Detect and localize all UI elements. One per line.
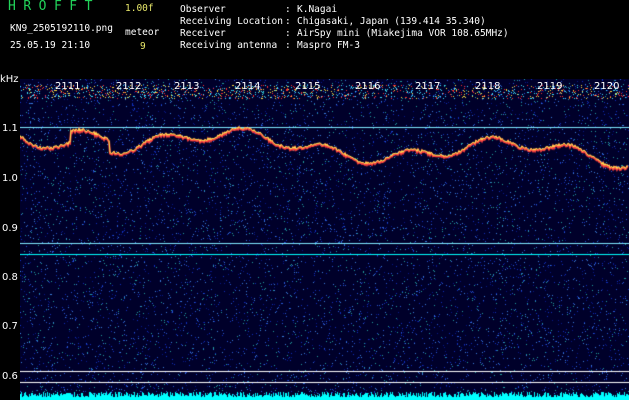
info-key-observer: Observer bbox=[180, 4, 226, 15]
file-name: KN9_2505192110.png bbox=[10, 23, 113, 34]
y-tick-label: 1.1 bbox=[2, 123, 18, 134]
app-title: HROFFT bbox=[8, 0, 100, 14]
info-value-observer: K.Nagai bbox=[297, 4, 338, 15]
info-key-antenna: Receiving antenna bbox=[180, 40, 278, 51]
y-tick-label: 0.8 bbox=[2, 272, 18, 283]
info-value-antenna: Maspro FM-3 bbox=[297, 40, 360, 51]
info-key-location: Receiving Location bbox=[180, 16, 283, 27]
app-version: 1.00f bbox=[125, 3, 154, 14]
waterfall-canvas bbox=[20, 79, 629, 400]
time-label: 2115 bbox=[295, 81, 321, 92]
header-panel: HROFFT 1.00f KN9_2505192110.png 25.05.19… bbox=[0, 0, 629, 76]
y-tick-label: 0.6 bbox=[2, 371, 18, 382]
info-sep: : bbox=[285, 40, 291, 51]
time-label: 2119 bbox=[537, 81, 563, 92]
time-label: 2118 bbox=[475, 81, 501, 92]
y-tick-label: 1.0 bbox=[2, 173, 18, 184]
time-label: 2114 bbox=[235, 81, 261, 92]
y-tick-label: 0.7 bbox=[2, 321, 18, 332]
time-label: 2112 bbox=[116, 81, 142, 92]
meteor-label: meteor bbox=[125, 27, 160, 38]
info-key-receiver: Receiver bbox=[180, 28, 226, 39]
meteor-count: 9 bbox=[140, 41, 146, 52]
time-label: 2120 bbox=[594, 81, 620, 92]
time-label: 2111 bbox=[55, 81, 81, 92]
info-value-receiver: AirSpy mini (Miakejima VOR 108.65MHz) bbox=[297, 28, 509, 39]
info-value-location: Chigasaki, Japan (139.414 35.340) bbox=[297, 16, 486, 27]
time-label: 2116 bbox=[355, 81, 381, 92]
info-sep: : bbox=[285, 4, 291, 15]
waterfall-spectrogram bbox=[20, 79, 629, 400]
date-time: 25.05.19 21:10 bbox=[10, 40, 91, 51]
time-label: 2113 bbox=[174, 81, 200, 92]
y-axis-unit: kHz bbox=[0, 74, 19, 85]
info-sep: : bbox=[285, 28, 291, 39]
y-tick-label: 0.9 bbox=[2, 223, 18, 234]
info-sep: : bbox=[285, 16, 291, 27]
time-label: 2117 bbox=[415, 81, 441, 92]
